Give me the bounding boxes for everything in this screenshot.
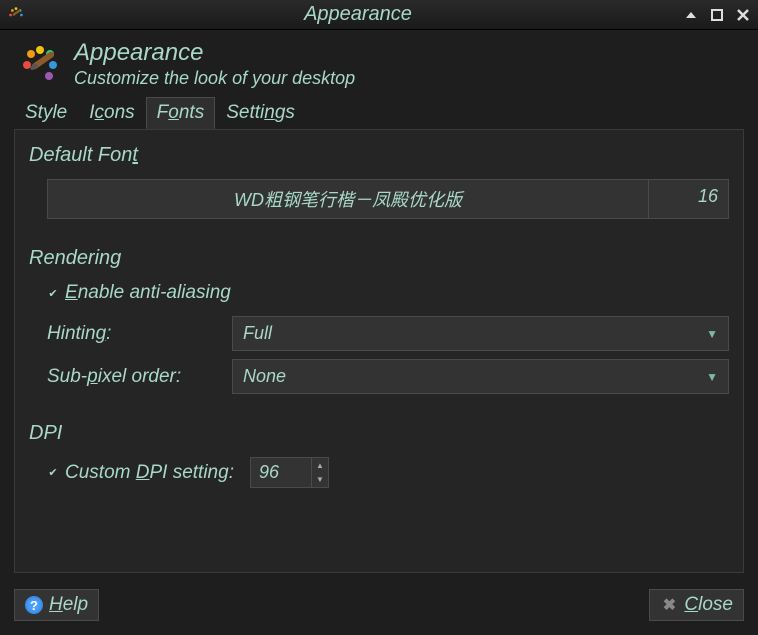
tab-style[interactable]: Style [14, 97, 78, 129]
footer: ? Help ✖ Close [0, 583, 758, 635]
dpi-spinner[interactable]: 96 ▲ ▼ [250, 457, 329, 488]
font-selector[interactable]: WD粗钢笔行楷－凤殿优化版 16 [47, 179, 729, 219]
hinting-label: Hinting: [47, 323, 222, 345]
rollup-icon[interactable] [682, 6, 700, 24]
close-icon[interactable] [734, 6, 752, 24]
window-title: Appearance [34, 3, 682, 26]
appearance-icon [18, 43, 62, 87]
hinting-row: Hinting: Full ▼ [47, 316, 729, 351]
hinting-dropdown[interactable]: Full ▼ [232, 316, 729, 351]
font-name-button[interactable]: WD粗钢笔行楷－凤殿优化版 [47, 179, 649, 219]
close-x-icon: ✖ [660, 596, 678, 614]
page-subtitle: Customize the look of your desktop [74, 68, 355, 89]
help-icon: ? [25, 596, 43, 614]
spinner-up-icon[interactable]: ▲ [312, 458, 328, 472]
tab-fonts[interactable]: Fonts [146, 97, 216, 129]
page-title: Appearance [74, 40, 355, 66]
close-button[interactable]: ✖ Close [649, 589, 744, 621]
default-font-label: Default Font [29, 144, 729, 167]
enable-aa-checkbox[interactable]: ✔ Enable anti-aliasing [47, 282, 729, 304]
tab-bar: Style Icons Fonts Settings [0, 97, 758, 129]
help-label: Help [49, 594, 88, 616]
rendering-label: Rendering [29, 247, 729, 270]
subpixel-row: Sub-pixel order: None ▼ [47, 359, 729, 394]
enable-aa-label: Enable anti-aliasing [65, 282, 231, 304]
fonts-panel: Default Font WD粗钢笔行楷－凤殿优化版 16 Rendering … [14, 129, 744, 573]
titlebar: Appearance [0, 0, 758, 30]
help-button[interactable]: ? Help [14, 589, 99, 621]
tab-settings[interactable]: Settings [215, 97, 306, 129]
header: Appearance Customize the look of your de… [0, 30, 758, 97]
header-text: Appearance Customize the look of your de… [74, 40, 355, 89]
custom-dpi-label[interactable]: Custom DPI setting: [65, 462, 234, 484]
dpi-label: DPI [29, 422, 729, 445]
chevron-down-icon: ▼ [706, 327, 718, 341]
close-label: Close [684, 594, 733, 616]
tab-icons[interactable]: Icons [78, 97, 145, 129]
maximize-icon[interactable] [708, 6, 726, 24]
hinting-value: Full [243, 323, 272, 344]
subpixel-label: Sub-pixel order: [47, 366, 222, 388]
appearance-window: Appearance [0, 0, 758, 635]
font-size-button[interactable]: 16 [649, 179, 729, 219]
spinner-down-icon[interactable]: ▼ [312, 472, 328, 486]
dpi-value[interactable]: 96 [251, 458, 311, 487]
checkmark-icon[interactable]: ✔ [47, 467, 59, 479]
subpixel-dropdown[interactable]: None ▼ [232, 359, 729, 394]
custom-dpi-row: ✔ Custom DPI setting: 96 ▲ ▼ [47, 457, 729, 488]
chevron-down-icon: ▼ [706, 370, 718, 384]
app-icon [6, 5, 26, 25]
checkmark-icon: ✔ [47, 287, 59, 299]
window-controls [682, 6, 752, 24]
subpixel-value: None [243, 366, 286, 387]
